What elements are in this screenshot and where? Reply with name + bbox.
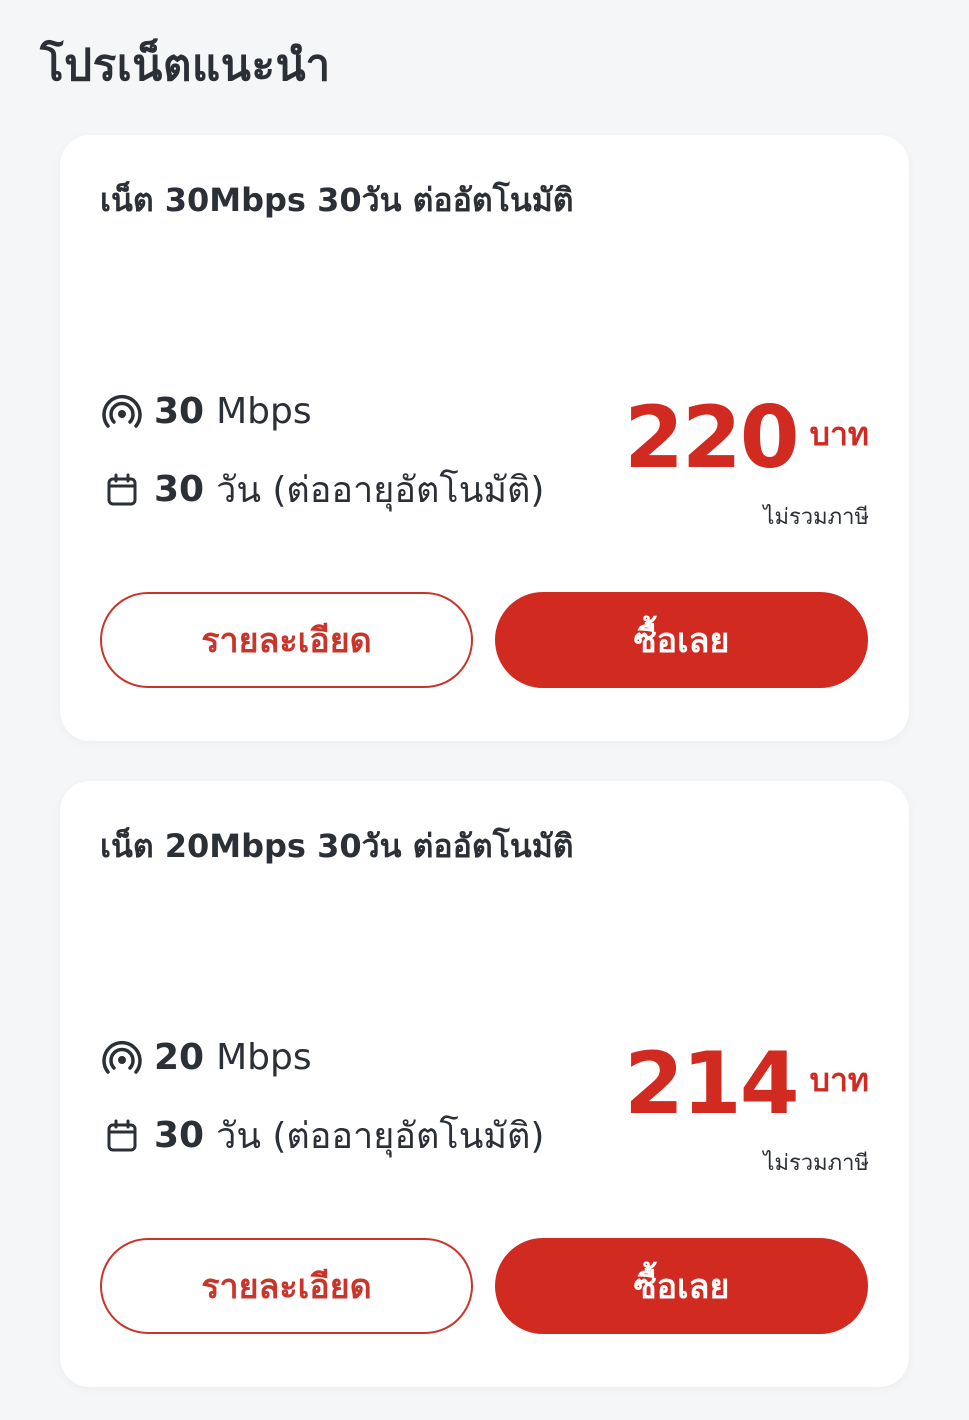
speed-unit: Mbps	[216, 1037, 312, 1078]
wifi-signal-icon	[102, 1038, 142, 1078]
page-title: โปรเน็ตแนะนำ	[40, 40, 331, 91]
price-currency: บาท	[809, 1061, 869, 1099]
buy-button[interactable]: ซื้อเลย	[495, 592, 868, 688]
price-currency: บาท	[809, 415, 869, 453]
speed-value: 30	[154, 391, 205, 432]
duration-value: 30	[154, 469, 205, 510]
speed-spec: 20 Mbps	[102, 1037, 312, 1078]
package-card: เน็ต 30Mbps 30วัน ต่ออัตโนมัติ 30 Mbps 3…	[60, 135, 909, 741]
calendar-icon	[102, 1116, 142, 1156]
package-name: เน็ต 20Mbps 30วัน ต่ออัตโนมัติ	[100, 827, 574, 865]
package-name: เน็ต 30Mbps 30วัน ต่ออัตโนมัติ	[100, 181, 574, 219]
price-value: 220	[624, 388, 800, 488]
details-button[interactable]: รายละเอียด	[100, 592, 473, 688]
duration-spec: 30 วัน (ต่ออายุอัตโนมัติ)	[102, 461, 544, 518]
price-note: ไม่รวมภาษี	[763, 1151, 869, 1176]
details-button[interactable]: รายละเอียด	[100, 1238, 473, 1334]
speed-value: 20	[154, 1037, 205, 1078]
package-card: เน็ต 20Mbps 30วัน ต่ออัตโนมัติ 20 Mbps 3…	[60, 781, 909, 1387]
buy-button[interactable]: ซื้อเลย	[495, 1238, 868, 1334]
price-block: 214 บาท ไม่รวมภาษี	[624, 1041, 869, 1180]
duration-value: 30	[154, 1115, 205, 1156]
price-value: 214	[624, 1034, 800, 1134]
price-note: ไม่รวมภาษี	[763, 505, 869, 530]
duration-text: วัน (ต่ออายุอัตโนมัติ)	[216, 1116, 545, 1157]
speed-spec: 30 Mbps	[102, 391, 312, 432]
speed-unit: Mbps	[216, 391, 312, 432]
price-block: 220 บาท ไม่รวมภาษี	[624, 395, 869, 534]
calendar-icon	[102, 470, 142, 510]
wifi-signal-icon	[102, 392, 142, 432]
duration-spec: 30 วัน (ต่ออายุอัตโนมัติ)	[102, 1107, 544, 1164]
duration-text: วัน (ต่ออายุอัตโนมัติ)	[216, 470, 545, 511]
